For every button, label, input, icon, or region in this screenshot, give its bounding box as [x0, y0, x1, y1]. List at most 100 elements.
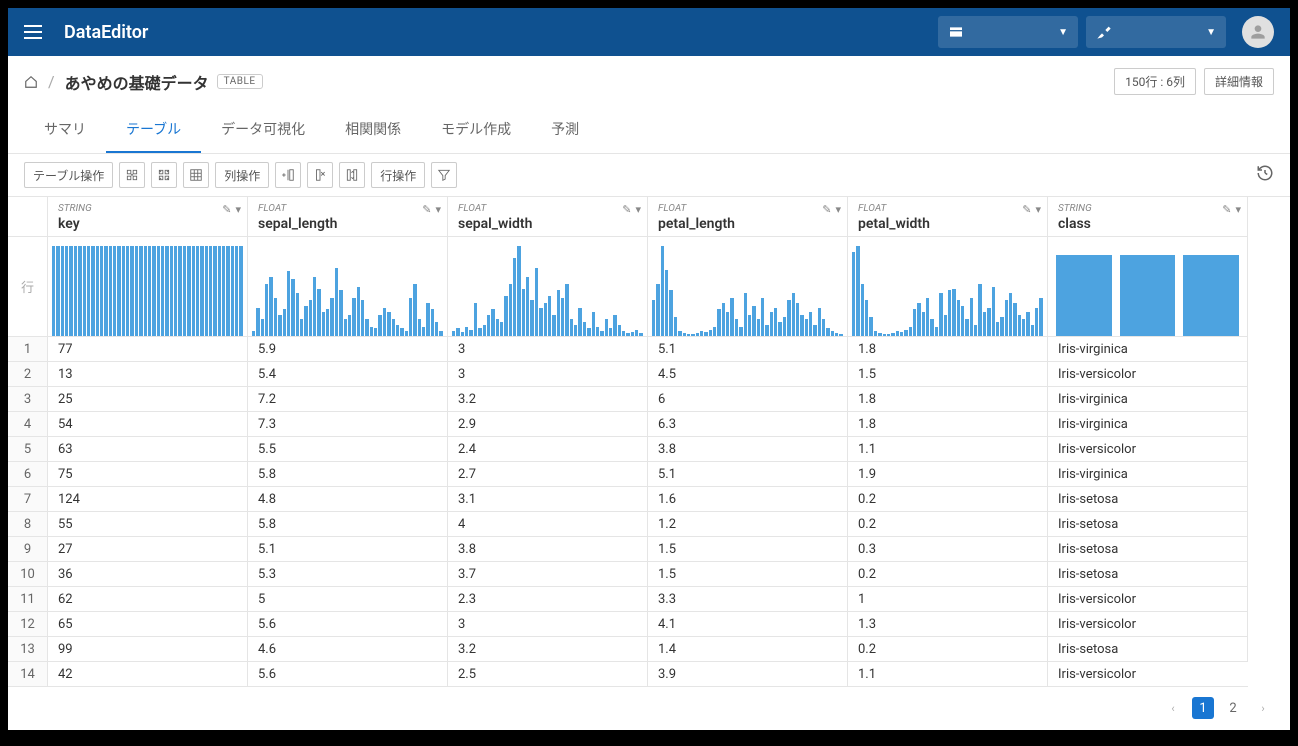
- cell-petal_width[interactable]: 0.2: [848, 487, 1048, 512]
- cell-sepal_width[interactable]: 3: [448, 362, 648, 387]
- cell-petal_width[interactable]: 0.2: [848, 637, 1048, 662]
- cell-key[interactable]: 65: [48, 612, 248, 637]
- edit-icon[interactable]: ✎: [1022, 203, 1031, 216]
- row-ops-button[interactable]: 行操作: [371, 162, 425, 188]
- cell-petal_length[interactable]: 1.5: [648, 537, 848, 562]
- cell-key[interactable]: 13: [48, 362, 248, 387]
- row-number[interactable]: 4: [8, 412, 48, 437]
- cell-key[interactable]: 124: [48, 487, 248, 512]
- cell-petal_width[interactable]: 0.2: [848, 512, 1048, 537]
- cell-sepal_width[interactable]: 3.8: [448, 537, 648, 562]
- tab-4[interactable]: モデル作成: [421, 107, 531, 153]
- edit-icon[interactable]: ✎: [822, 203, 831, 216]
- cell-sepal_width[interactable]: 3.1: [448, 487, 648, 512]
- cell-petal_length[interactable]: 1.4: [648, 637, 848, 662]
- cell-sepal_length[interactable]: 5.1: [248, 537, 448, 562]
- row-number[interactable]: 1: [8, 337, 48, 362]
- cell-sepal_length[interactable]: 5.5: [248, 437, 448, 462]
- cell-petal_length[interactable]: 1.5: [648, 562, 848, 587]
- row-number[interactable]: 10: [8, 562, 48, 587]
- cell-key[interactable]: 27: [48, 537, 248, 562]
- cell-petal_length[interactable]: 1.2: [648, 512, 848, 537]
- cell-petal_length[interactable]: 6.3: [648, 412, 848, 437]
- cell-petal_length[interactable]: 3.3: [648, 587, 848, 612]
- column-header-sepal_width[interactable]: FLOAT sepal_width ✎▾: [448, 197, 648, 237]
- page-prev[interactable]: ‹: [1162, 697, 1184, 719]
- cell-petal_width[interactable]: 1.1: [848, 662, 1048, 687]
- cell-class[interactable]: Iris-versicolor: [1048, 437, 1248, 462]
- tab-3[interactable]: 相関関係: [325, 107, 421, 153]
- cell-class[interactable]: Iris-setosa: [1048, 487, 1248, 512]
- cell-class[interactable]: Iris-virginica: [1048, 462, 1248, 487]
- cell-key[interactable]: 36: [48, 562, 248, 587]
- cell-sepal_length[interactable]: 5.8: [248, 512, 448, 537]
- page-next[interactable]: ›: [1252, 697, 1274, 719]
- row-number[interactable]: 2: [8, 362, 48, 387]
- chevron-down-icon[interactable]: ▾: [835, 203, 841, 216]
- menu-icon[interactable]: [24, 20, 48, 44]
- cell-class[interactable]: Iris-virginica: [1048, 412, 1248, 437]
- avatar[interactable]: [1242, 16, 1274, 48]
- expand-icon[interactable]: [151, 162, 177, 188]
- cell-petal_width[interactable]: 1.5: [848, 362, 1048, 387]
- histogram-petal_length[interactable]: [648, 237, 848, 337]
- grid-icon[interactable]: [183, 162, 209, 188]
- cell-petal_width[interactable]: 1.8: [848, 337, 1048, 362]
- tab-2[interactable]: データ可視化: [201, 107, 325, 153]
- tab-1[interactable]: テーブル: [106, 107, 201, 153]
- history-icon[interactable]: [1256, 164, 1274, 186]
- cell-sepal_width[interactable]: 3: [448, 612, 648, 637]
- row-number[interactable]: 13: [8, 637, 48, 662]
- cell-sepal_width[interactable]: 4: [448, 512, 648, 537]
- home-icon[interactable]: [24, 75, 38, 89]
- column-header-petal_length[interactable]: FLOAT petal_length ✎▾: [648, 197, 848, 237]
- row-number[interactable]: 6: [8, 462, 48, 487]
- cell-class[interactable]: Iris-setosa: [1048, 537, 1248, 562]
- cell-class[interactable]: Iris-setosa: [1048, 562, 1248, 587]
- cell-sepal_width[interactable]: 3.2: [448, 637, 648, 662]
- histogram-petal_width[interactable]: [848, 237, 1048, 337]
- row-number[interactable]: 8: [8, 512, 48, 537]
- row-number[interactable]: 14: [8, 662, 48, 687]
- cell-sepal_width[interactable]: 2.5: [448, 662, 648, 687]
- cell-petal_length[interactable]: 3.8: [648, 437, 848, 462]
- cell-sepal_length[interactable]: 5: [248, 587, 448, 612]
- cell-petal_width[interactable]: 0.3: [848, 537, 1048, 562]
- cell-key[interactable]: 54: [48, 412, 248, 437]
- row-number[interactable]: 12: [8, 612, 48, 637]
- edit-icon[interactable]: ✎: [222, 203, 231, 216]
- cell-sepal_length[interactable]: 5.6: [248, 612, 448, 637]
- row-number[interactable]: 11: [8, 587, 48, 612]
- cell-class[interactable]: Iris-versicolor: [1048, 587, 1248, 612]
- column-header-petal_width[interactable]: FLOAT petal_width ✎▾: [848, 197, 1048, 237]
- cell-sepal_width[interactable]: 3: [448, 337, 648, 362]
- cell-petal_width[interactable]: 1.8: [848, 412, 1048, 437]
- cell-class[interactable]: Iris-setosa: [1048, 637, 1248, 662]
- tab-5[interactable]: 予測: [531, 107, 599, 153]
- cell-sepal_length[interactable]: 4.6: [248, 637, 448, 662]
- column-ops-button[interactable]: 列操作: [215, 162, 269, 188]
- add-column-icon[interactable]: [275, 162, 301, 188]
- row-number[interactable]: 5: [8, 437, 48, 462]
- edit-icon[interactable]: ✎: [422, 203, 431, 216]
- cell-petal_length[interactable]: 3.9: [648, 662, 848, 687]
- cell-sepal_length[interactable]: 7.2: [248, 387, 448, 412]
- edit-icon[interactable]: ✎: [1222, 203, 1231, 216]
- cell-class[interactable]: Iris-virginica: [1048, 337, 1248, 362]
- histogram-sepal_length[interactable]: [248, 237, 448, 337]
- cell-sepal_length[interactable]: 7.3: [248, 412, 448, 437]
- column-header-key[interactable]: STRING key ✎▾: [48, 197, 248, 237]
- tool-selector[interactable]: ▼: [1086, 16, 1226, 48]
- cell-petal_length[interactable]: 1.6: [648, 487, 848, 512]
- cell-class[interactable]: Iris-versicolor: [1048, 662, 1248, 687]
- row-number[interactable]: 7: [8, 487, 48, 512]
- cell-petal_length[interactable]: 4.1: [648, 612, 848, 637]
- cell-class[interactable]: Iris-virginica: [1048, 387, 1248, 412]
- chevron-down-icon[interactable]: ▾: [1035, 203, 1041, 216]
- cell-sepal_width[interactable]: 2.7: [448, 462, 648, 487]
- chevron-down-icon[interactable]: ▾: [435, 203, 441, 216]
- row-number[interactable]: 3: [8, 387, 48, 412]
- chevron-down-icon[interactable]: ▾: [635, 203, 641, 216]
- cell-key[interactable]: 75: [48, 462, 248, 487]
- sort-column-icon[interactable]: [339, 162, 365, 188]
